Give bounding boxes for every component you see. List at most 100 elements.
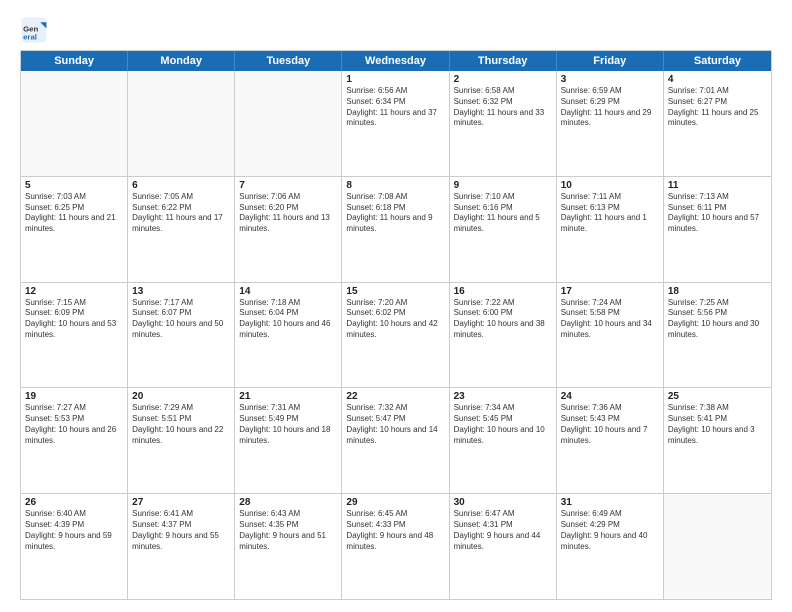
header-day-friday: Friday: [557, 51, 664, 71]
day-content: Sunrise: 7:25 AMSunset: 5:56 PMDaylight:…: [668, 298, 767, 341]
day-content: Sunrise: 6:45 AMSunset: 4:33 PMDaylight:…: [346, 509, 444, 552]
day-content: Sunrise: 7:27 AMSunset: 5:53 PMDaylight:…: [25, 403, 123, 446]
day-content: Sunrise: 7:15 AMSunset: 6:09 PMDaylight:…: [25, 298, 123, 341]
header-day-sunday: Sunday: [21, 51, 128, 71]
day-number: 24: [561, 391, 659, 402]
day-cell-21: 21Sunrise: 7:31 AMSunset: 5:49 PMDayligh…: [235, 388, 342, 493]
header-day-tuesday: Tuesday: [235, 51, 342, 71]
header-day-saturday: Saturday: [664, 51, 771, 71]
day-number: 4: [668, 74, 767, 85]
day-content: Sunrise: 7:11 AMSunset: 6:13 PMDaylight:…: [561, 192, 659, 235]
week-row-2: 5Sunrise: 7:03 AMSunset: 6:25 PMDaylight…: [21, 177, 771, 283]
day-content: Sunrise: 7:36 AMSunset: 5:43 PMDaylight:…: [561, 403, 659, 446]
day-cell-19: 19Sunrise: 7:27 AMSunset: 5:53 PMDayligh…: [21, 388, 128, 493]
day-cell-12: 12Sunrise: 7:15 AMSunset: 6:09 PMDayligh…: [21, 283, 128, 388]
day-number: 6: [132, 180, 230, 191]
calendar-header: SundayMondayTuesdayWednesdayThursdayFrid…: [21, 51, 771, 71]
day-number: 17: [561, 286, 659, 297]
day-cell-16: 16Sunrise: 7:22 AMSunset: 6:00 PMDayligh…: [450, 283, 557, 388]
day-content: Sunrise: 6:56 AMSunset: 6:34 PMDaylight:…: [346, 86, 444, 129]
day-content: Sunrise: 6:59 AMSunset: 6:29 PMDaylight:…: [561, 86, 659, 129]
day-number: 20: [132, 391, 230, 402]
day-number: 3: [561, 74, 659, 85]
day-content: Sunrise: 7:31 AMSunset: 5:49 PMDaylight:…: [239, 403, 337, 446]
day-cell-29: 29Sunrise: 6:45 AMSunset: 4:33 PMDayligh…: [342, 494, 449, 599]
day-content: Sunrise: 7:29 AMSunset: 5:51 PMDaylight:…: [132, 403, 230, 446]
day-number: 12: [25, 286, 123, 297]
day-number: 22: [346, 391, 444, 402]
day-number: 11: [668, 180, 767, 191]
day-content: Sunrise: 7:22 AMSunset: 6:00 PMDaylight:…: [454, 298, 552, 341]
day-cell-2: 2Sunrise: 6:58 AMSunset: 6:32 PMDaylight…: [450, 71, 557, 176]
day-cell-17: 17Sunrise: 7:24 AMSunset: 5:58 PMDayligh…: [557, 283, 664, 388]
logo-icon: Gen eral: [20, 16, 48, 44]
day-cell-10: 10Sunrise: 7:11 AMSunset: 6:13 PMDayligh…: [557, 177, 664, 282]
day-number: 30: [454, 497, 552, 508]
day-content: Sunrise: 7:08 AMSunset: 6:18 PMDaylight:…: [346, 192, 444, 235]
day-cell-27: 27Sunrise: 6:41 AMSunset: 4:37 PMDayligh…: [128, 494, 235, 599]
day-content: Sunrise: 6:43 AMSunset: 4:35 PMDaylight:…: [239, 509, 337, 552]
day-content: Sunrise: 6:47 AMSunset: 4:31 PMDaylight:…: [454, 509, 552, 552]
day-number: 31: [561, 497, 659, 508]
day-number: 26: [25, 497, 123, 508]
day-content: Sunrise: 7:10 AMSunset: 6:16 PMDaylight:…: [454, 192, 552, 235]
day-number: 2: [454, 74, 552, 85]
day-cell-25: 25Sunrise: 7:38 AMSunset: 5:41 PMDayligh…: [664, 388, 771, 493]
day-cell-4: 4Sunrise: 7:01 AMSunset: 6:27 PMDaylight…: [664, 71, 771, 176]
svg-text:eral: eral: [23, 32, 37, 41]
day-number: 15: [346, 286, 444, 297]
calendar: SundayMondayTuesdayWednesdayThursdayFrid…: [20, 50, 772, 600]
day-content: Sunrise: 7:13 AMSunset: 6:11 PMDaylight:…: [668, 192, 767, 235]
day-cell-11: 11Sunrise: 7:13 AMSunset: 6:11 PMDayligh…: [664, 177, 771, 282]
empty-cell: [128, 71, 235, 176]
day-number: 1: [346, 74, 444, 85]
week-row-3: 12Sunrise: 7:15 AMSunset: 6:09 PMDayligh…: [21, 283, 771, 389]
page-header: Gen eral: [20, 16, 772, 44]
day-content: Sunrise: 7:05 AMSunset: 6:22 PMDaylight:…: [132, 192, 230, 235]
day-content: Sunrise: 7:17 AMSunset: 6:07 PMDaylight:…: [132, 298, 230, 341]
day-cell-23: 23Sunrise: 7:34 AMSunset: 5:45 PMDayligh…: [450, 388, 557, 493]
day-cell-13: 13Sunrise: 7:17 AMSunset: 6:07 PMDayligh…: [128, 283, 235, 388]
day-number: 28: [239, 497, 337, 508]
day-content: Sunrise: 7:06 AMSunset: 6:20 PMDaylight:…: [239, 192, 337, 235]
day-cell-7: 7Sunrise: 7:06 AMSunset: 6:20 PMDaylight…: [235, 177, 342, 282]
day-content: Sunrise: 7:20 AMSunset: 6:02 PMDaylight:…: [346, 298, 444, 341]
day-content: Sunrise: 7:18 AMSunset: 6:04 PMDaylight:…: [239, 298, 337, 341]
day-cell-1: 1Sunrise: 6:56 AMSunset: 6:34 PMDaylight…: [342, 71, 449, 176]
day-number: 13: [132, 286, 230, 297]
day-cell-3: 3Sunrise: 6:59 AMSunset: 6:29 PMDaylight…: [557, 71, 664, 176]
day-cell-9: 9Sunrise: 7:10 AMSunset: 6:16 PMDaylight…: [450, 177, 557, 282]
empty-cell: [664, 494, 771, 599]
empty-cell: [21, 71, 128, 176]
day-cell-14: 14Sunrise: 7:18 AMSunset: 6:04 PMDayligh…: [235, 283, 342, 388]
day-cell-6: 6Sunrise: 7:05 AMSunset: 6:22 PMDaylight…: [128, 177, 235, 282]
day-cell-8: 8Sunrise: 7:08 AMSunset: 6:18 PMDaylight…: [342, 177, 449, 282]
day-number: 14: [239, 286, 337, 297]
day-cell-26: 26Sunrise: 6:40 AMSunset: 4:39 PMDayligh…: [21, 494, 128, 599]
header-day-monday: Monday: [128, 51, 235, 71]
day-cell-31: 31Sunrise: 6:49 AMSunset: 4:29 PMDayligh…: [557, 494, 664, 599]
header-day-wednesday: Wednesday: [342, 51, 449, 71]
day-content: Sunrise: 6:49 AMSunset: 4:29 PMDaylight:…: [561, 509, 659, 552]
day-number: 18: [668, 286, 767, 297]
day-content: Sunrise: 6:58 AMSunset: 6:32 PMDaylight:…: [454, 86, 552, 129]
day-content: Sunrise: 6:40 AMSunset: 4:39 PMDaylight:…: [25, 509, 123, 552]
day-number: 29: [346, 497, 444, 508]
day-number: 16: [454, 286, 552, 297]
day-content: Sunrise: 7:32 AMSunset: 5:47 PMDaylight:…: [346, 403, 444, 446]
day-content: Sunrise: 7:38 AMSunset: 5:41 PMDaylight:…: [668, 403, 767, 446]
day-number: 8: [346, 180, 444, 191]
empty-cell: [235, 71, 342, 176]
header-day-thursday: Thursday: [450, 51, 557, 71]
day-number: 9: [454, 180, 552, 191]
day-content: Sunrise: 7:34 AMSunset: 5:45 PMDaylight:…: [454, 403, 552, 446]
day-number: 21: [239, 391, 337, 402]
day-number: 5: [25, 180, 123, 191]
week-row-4: 19Sunrise: 7:27 AMSunset: 5:53 PMDayligh…: [21, 388, 771, 494]
calendar-body: 1Sunrise: 6:56 AMSunset: 6:34 PMDaylight…: [21, 71, 771, 599]
day-cell-18: 18Sunrise: 7:25 AMSunset: 5:56 PMDayligh…: [664, 283, 771, 388]
day-cell-5: 5Sunrise: 7:03 AMSunset: 6:25 PMDaylight…: [21, 177, 128, 282]
day-number: 7: [239, 180, 337, 191]
day-content: Sunrise: 7:01 AMSunset: 6:27 PMDaylight:…: [668, 86, 767, 129]
logo: Gen eral: [20, 16, 52, 44]
